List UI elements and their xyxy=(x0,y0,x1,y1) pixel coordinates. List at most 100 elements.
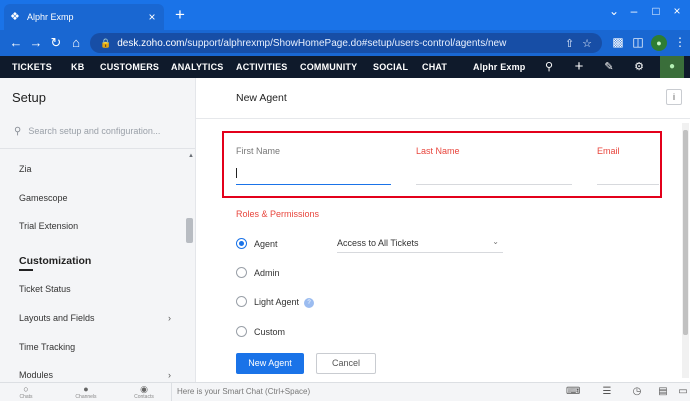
profile-avatar-icon[interactable]: ● xyxy=(651,35,667,51)
chevron-down-icon: ⌄ xyxy=(492,237,499,246)
sidebar-item-zia[interactable]: Zia xyxy=(19,164,32,174)
help-icon[interactable]: ? xyxy=(304,298,314,308)
nav-activities[interactable]: ACTIVITIES xyxy=(236,56,288,78)
portal-name[interactable]: Alphr Exmp xyxy=(473,56,526,78)
new-tab-icon[interactable]: + xyxy=(172,5,188,25)
role-light-agent-label[interactable]: Light Agent xyxy=(254,297,299,307)
scroll-up-arrow-icon[interactable]: ▲ xyxy=(188,153,194,159)
sidebar-divider xyxy=(0,148,195,149)
chevron-right-icon: › xyxy=(168,313,171,323)
user-avatar[interactable]: ● xyxy=(660,56,684,78)
bottom-bar: ○ Chats ● Channels ◉ Contacts Here is yo… xyxy=(0,382,690,401)
share-icon[interactable]: ⇧ xyxy=(565,37,574,50)
smart-chat-input[interactable]: Here is your Smart Chat (Ctrl+Space) xyxy=(177,387,310,396)
clock-icon[interactable]: ◷ xyxy=(630,386,644,397)
section-underline xyxy=(19,269,33,271)
bottom-separator xyxy=(171,383,172,401)
cart-icon[interactable]: ▤ xyxy=(656,386,670,397)
home-icon[interactable]: ⌂ xyxy=(66,33,86,53)
text-cursor xyxy=(236,168,237,178)
role-custom-radio[interactable] xyxy=(236,326,247,337)
forward-arrow-icon[interactable]: → xyxy=(26,33,46,53)
extensions-puzzle-icon[interactable]: ▩ xyxy=(610,35,626,49)
chat-bubble-icon: ○ xyxy=(23,384,29,394)
minimize-icon[interactable]: – xyxy=(624,4,644,18)
role-light-agent-radio[interactable] xyxy=(236,296,247,307)
sidebar-item-layouts-and-fields[interactable]: Layouts and Fields xyxy=(19,313,95,323)
nav-kb[interactable]: KB xyxy=(71,56,84,78)
sidebar-panel-icon[interactable]: ◫ xyxy=(630,35,646,49)
info-button[interactable]: i xyxy=(666,89,682,105)
ticket-access-value: Access to All Tickets xyxy=(337,238,419,248)
maximize-icon[interactable]: □ xyxy=(646,4,666,18)
compose-icon[interactable]: ✎ xyxy=(601,59,617,75)
sidebar-section-customization: Customization xyxy=(19,255,92,267)
role-admin-label[interactable]: Admin xyxy=(254,268,280,278)
list-icon[interactable]: ☰ xyxy=(600,386,614,397)
nav-analytics[interactable]: ANALYTICS xyxy=(171,56,223,78)
url-text: desk.zoho.com/support/alphrexmp/ShowHome… xyxy=(117,37,507,49)
sidebar-item-modules[interactable]: Modules xyxy=(19,370,53,380)
tab-title: Alphr Exmp xyxy=(27,12,74,22)
kebab-menu-icon[interactable]: ⋮ xyxy=(672,35,688,49)
main-scrollbar-thumb[interactable] xyxy=(683,130,688,335)
sidebar-item-ticket-status[interactable]: Ticket Status xyxy=(19,284,71,294)
first-name-input[interactable] xyxy=(236,184,391,185)
search-placeholder: Search setup and configuration... xyxy=(28,126,161,136)
last-name-label: Last Name xyxy=(416,146,460,156)
bottom-contacts[interactable]: ◉ Contacts xyxy=(131,384,157,400)
close-window-icon[interactable]: × xyxy=(667,4,687,18)
nav-social[interactable]: SOCIAL xyxy=(373,56,408,78)
back-arrow-icon[interactable]: ← xyxy=(6,33,26,53)
add-icon[interactable]: + xyxy=(571,59,587,75)
nav-community[interactable]: COMMUNITY xyxy=(300,56,357,78)
role-agent-label[interactable]: Agent xyxy=(254,239,278,249)
page-title: New Agent xyxy=(236,92,287,104)
nav-customers[interactable]: CUSTOMERS xyxy=(100,56,159,78)
keyboard-icon[interactable]: ⌨ xyxy=(566,386,580,397)
header-divider xyxy=(196,118,690,119)
browser-tab-strip: ❖ Alphr Exmp × + ⌄ – □ × xyxy=(0,0,690,30)
nav-tickets[interactable]: TICKETS xyxy=(12,56,52,78)
nav-chat[interactable]: CHAT xyxy=(422,56,447,78)
channels-icon: ● xyxy=(83,384,89,394)
last-name-input[interactable] xyxy=(416,184,572,185)
sidebar-item-trial-extension[interactable]: Trial Extension xyxy=(19,221,78,231)
first-name-label: First Name xyxy=(236,146,281,156)
role-custom-label[interactable]: Custom xyxy=(254,327,285,337)
search-icon[interactable]: ⚲ xyxy=(541,59,557,75)
sidebar-item-gamescope[interactable]: Gamescope xyxy=(19,193,68,203)
browser-toolbar: ← → ↻ ⌂ 🔒 desk.zoho.com/support/alphrexm… xyxy=(0,30,690,56)
sidebar-scrollbar[interactable] xyxy=(186,218,193,243)
new-agent-panel: New Agent i First Name Last Name Email R… xyxy=(196,78,690,382)
bottom-chats[interactable]: ○ Chats xyxy=(13,384,39,400)
name-email-highlight xyxy=(222,131,662,198)
sidebar-title: Setup xyxy=(12,90,46,105)
ticket-access-select[interactable]: Access to All Tickets ⌄ xyxy=(337,235,503,253)
zoho-desk-favicon-icon: ❖ xyxy=(10,11,20,23)
address-bar[interactable]: 🔒 desk.zoho.com/support/alphrexmp/ShowHo… xyxy=(90,33,602,53)
contacts-icon: ◉ xyxy=(140,384,148,394)
setup-sidebar: Setup ⚲ Search setup and configuration..… xyxy=(0,78,196,382)
roles-permissions-label: Roles & Permissions xyxy=(236,209,320,219)
bookmark-star-icon[interactable]: ☆ xyxy=(582,37,592,50)
search-icon: ⚲ xyxy=(14,125,22,137)
gear-icon[interactable]: ⚙ xyxy=(631,59,647,75)
lock-icon: 🔒 xyxy=(100,37,112,48)
bottom-channels[interactable]: ● Channels xyxy=(73,384,99,400)
new-agent-button[interactable]: New Agent xyxy=(236,353,304,374)
cancel-button[interactable]: Cancel xyxy=(316,353,376,374)
app-menu-bar: TICKETS KB CUSTOMERS ANALYTICS ACTIVITIE… xyxy=(0,56,690,78)
chevron-right-icon: › xyxy=(168,370,171,380)
sidebar-item-time-tracking[interactable]: Time Tracking xyxy=(19,342,75,352)
chevron-down-icon[interactable]: ⌄ xyxy=(604,4,624,18)
notes-icon[interactable]: ▭ xyxy=(676,386,690,397)
setup-search-input[interactable]: ⚲ Search setup and configuration... xyxy=(8,122,188,140)
reload-icon[interactable]: ↻ xyxy=(46,33,66,53)
browser-tab[interactable]: ❖ Alphr Exmp × xyxy=(4,4,164,30)
email-input[interactable] xyxy=(597,184,659,185)
role-agent-radio[interactable] xyxy=(236,238,247,249)
email-label: Email xyxy=(597,146,620,156)
role-admin-radio[interactable] xyxy=(236,267,247,278)
close-tab-icon[interactable]: × xyxy=(146,10,158,24)
